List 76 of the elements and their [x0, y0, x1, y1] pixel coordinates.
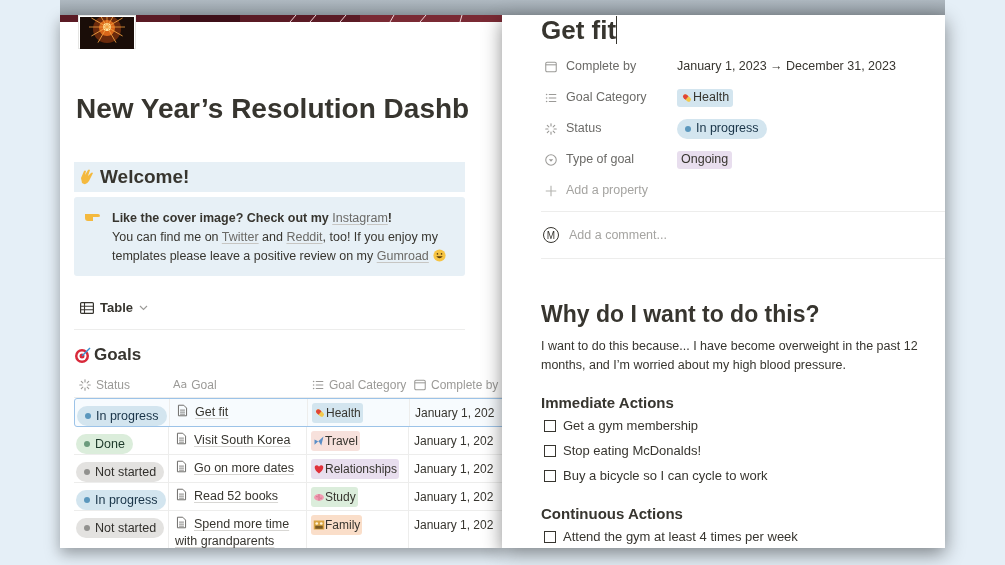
goal-title[interactable]: Go on more dates — [175, 459, 304, 478]
checkbox[interactable] — [544, 419, 556, 432]
checkbox[interactable] — [544, 530, 556, 543]
status-tag: In progress — [76, 490, 166, 511]
checkbox[interactable] — [544, 469, 556, 482]
todo-text: Buy a bicycle so I can cycle to work — [563, 466, 768, 485]
document-icon — [175, 515, 188, 531]
airplane-icon — [313, 435, 325, 448]
category-tag: Study — [311, 487, 358, 508]
document-icon — [175, 459, 188, 475]
category-tag: Family — [311, 515, 363, 536]
calendar-icon — [544, 59, 558, 74]
property-label[interactable]: Goal Category — [541, 88, 677, 107]
page-title: New Year’s Resolution Dashb — [75, 92, 471, 126]
callout-text: You can find me on Twitter and Reddit, too! If you enjoy my templates please leave a positive review on my Gumroad — [112, 228, 465, 266]
table-row[interactable]: In progress Get fit Health January 1, 202 — [74, 398, 502, 428]
status-icon — [78, 378, 92, 393]
document-icon — [175, 487, 188, 503]
status-tag: In progress — [677, 118, 767, 139]
view-tab[interactable]: Table — [80, 298, 148, 318]
todo-text: Stop eating McDonalds! — [563, 441, 702, 460]
chevron-down-icon — [139, 304, 148, 311]
target-icon — [74, 345, 92, 364]
property-tag: Ongoing — [677, 150, 733, 169]
category-tag: Relationships — [311, 459, 400, 480]
table-cell-text: January 1, 202 — [414, 405, 496, 423]
property-label[interactable]: Type of goal — [541, 150, 677, 169]
section-heading: Why do I want to do this? — [541, 300, 821, 329]
link[interactable]: Instagram — [332, 211, 388, 225]
subheading: Continuous Actions — [541, 504, 684, 524]
paragraph: I want to do this because... I have become overweight in the past 12 months, and I’m worried about my high blood pressure. — [541, 338, 919, 374]
subheading: Immediate Actions — [541, 393, 675, 413]
property-label[interactable]: Complete by — [541, 57, 677, 76]
pill-icon — [314, 407, 326, 420]
goal-title[interactable]: Get fit — [176, 403, 305, 422]
status-tag: Not started — [76, 518, 165, 539]
heart-icon — [313, 463, 325, 476]
link[interactable]: Reddit — [286, 230, 323, 244]
todo-text: Get a gym membership — [563, 416, 699, 435]
column-header[interactable]: Aa Goal — [169, 376, 307, 395]
property-tag: Health — [677, 88, 734, 107]
table-cell-text: January 1, 202 — [413, 461, 495, 479]
status-tag: Not started — [76, 462, 165, 483]
status-icon — [544, 121, 558, 136]
column-header[interactable]: Goal Category — [307, 376, 409, 395]
table-cell-text: January 1, 202 — [413, 433, 495, 451]
document-icon — [175, 431, 188, 447]
goal-title[interactable]: Spend more time with grandparents — [175, 515, 304, 548]
table-cell-text: January 1, 202 — [413, 489, 495, 507]
todo-text: Attend the gym at least 4 times per week — [563, 527, 798, 546]
goal-title[interactable]: Visit South Korea — [175, 431, 304, 450]
detail-title: Get fit — [541, 15, 617, 45]
goal-title[interactable]: Read 52 books — [175, 487, 304, 506]
calendar-icon — [413, 378, 427, 393]
column-header[interactable]: Complete by — [409, 376, 502, 395]
property-label[interactable]: Status — [541, 119, 677, 138]
table-icon — [80, 301, 94, 314]
status-tag: In progress — [77, 406, 167, 427]
comment-field[interactable]: Add a comment... — [569, 225, 869, 245]
category-tag: Travel — [311, 431, 360, 452]
link[interactable]: Twitter — [221, 230, 259, 244]
family-icon — [313, 519, 325, 532]
status-tag: Done — [76, 434, 133, 455]
plus-icon — [544, 183, 558, 198]
welcome-heading: Welcome! — [74, 162, 465, 192]
database-title: Goals — [94, 343, 142, 366]
brain-icon — [313, 491, 325, 504]
link[interactable]: Gumroad — [376, 249, 429, 263]
callout-text: Like the cover image? Check out my Instagram! — [112, 210, 393, 227]
document-icon — [176, 403, 189, 419]
smiley-icon — [432, 249, 446, 262]
category-tag: Health — [312, 403, 363, 424]
property-value: January 1, 2023 → December 31, 2023 — [677, 58, 896, 76]
dropdown-icon — [544, 152, 558, 167]
checkbox[interactable] — [544, 444, 556, 457]
table-cell-text: January 1, 202 — [413, 517, 495, 535]
